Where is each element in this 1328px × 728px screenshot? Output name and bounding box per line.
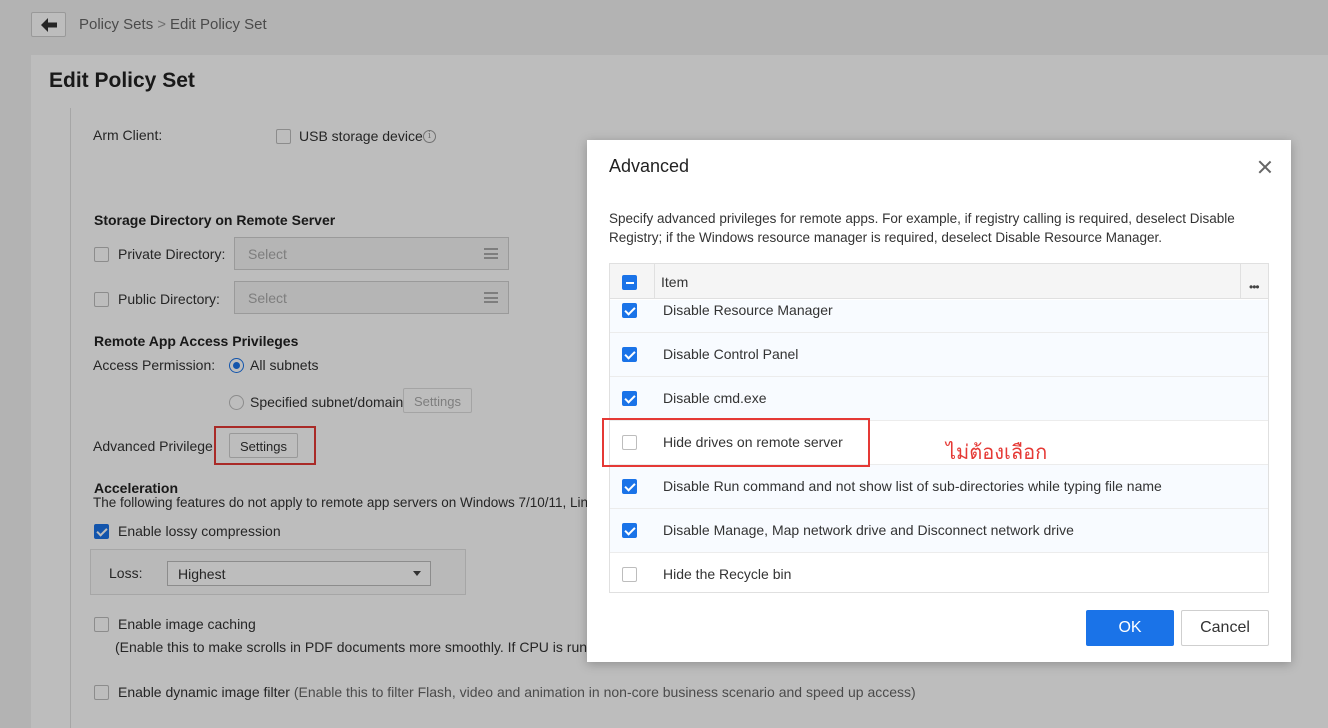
row-checkbox[interactable] xyxy=(622,391,637,406)
row-label: Disable Run command and not show list of… xyxy=(663,478,1162,494)
table-row[interactable]: Disable Resource Manager xyxy=(610,300,1268,333)
row-checkbox[interactable] xyxy=(622,567,637,582)
table-row[interactable]: Disable Manage, Map network drive and Di… xyxy=(610,509,1268,553)
table-row[interactable]: Disable Run command and not show list of… xyxy=(610,465,1268,509)
row-label: Disable Control Panel xyxy=(663,346,799,362)
column-item-header: Item xyxy=(661,274,689,290)
table-row[interactable]: Hide the Recycle bin xyxy=(610,553,1268,592)
row-checkbox[interactable] xyxy=(622,303,637,318)
ellipsis-icon[interactable]: ••• xyxy=(1249,280,1260,294)
dialog-description: Specify advanced privileges for remote a… xyxy=(609,211,1235,245)
row-label: Disable cmd.exe xyxy=(663,390,767,406)
row-checkbox[interactable] xyxy=(622,347,637,362)
cancel-button[interactable]: Cancel xyxy=(1181,610,1269,646)
row-label: Disable Resource Manager xyxy=(663,302,833,318)
close-icon[interactable] xyxy=(1256,158,1274,176)
header-divider xyxy=(654,264,655,299)
header-divider xyxy=(1240,264,1241,299)
annotation-highlight-box xyxy=(602,418,870,467)
ok-button[interactable]: OK xyxy=(1086,610,1174,646)
row-checkbox[interactable] xyxy=(622,479,637,494)
dialog-title: Advanced xyxy=(609,156,690,176)
row-label: Disable Manage, Map network drive and Di… xyxy=(663,522,1074,538)
annotation-note: ไม่ต้องเลือก xyxy=(946,442,1048,464)
row-label: Hide the Recycle bin xyxy=(663,566,792,582)
table-row[interactable]: Disable cmd.exe xyxy=(610,377,1268,421)
select-all-checkbox[interactable] xyxy=(622,275,637,290)
row-checkbox[interactable] xyxy=(622,523,637,538)
table-header xyxy=(610,264,1268,299)
table-row[interactable]: Disable Control Panel xyxy=(610,333,1268,377)
